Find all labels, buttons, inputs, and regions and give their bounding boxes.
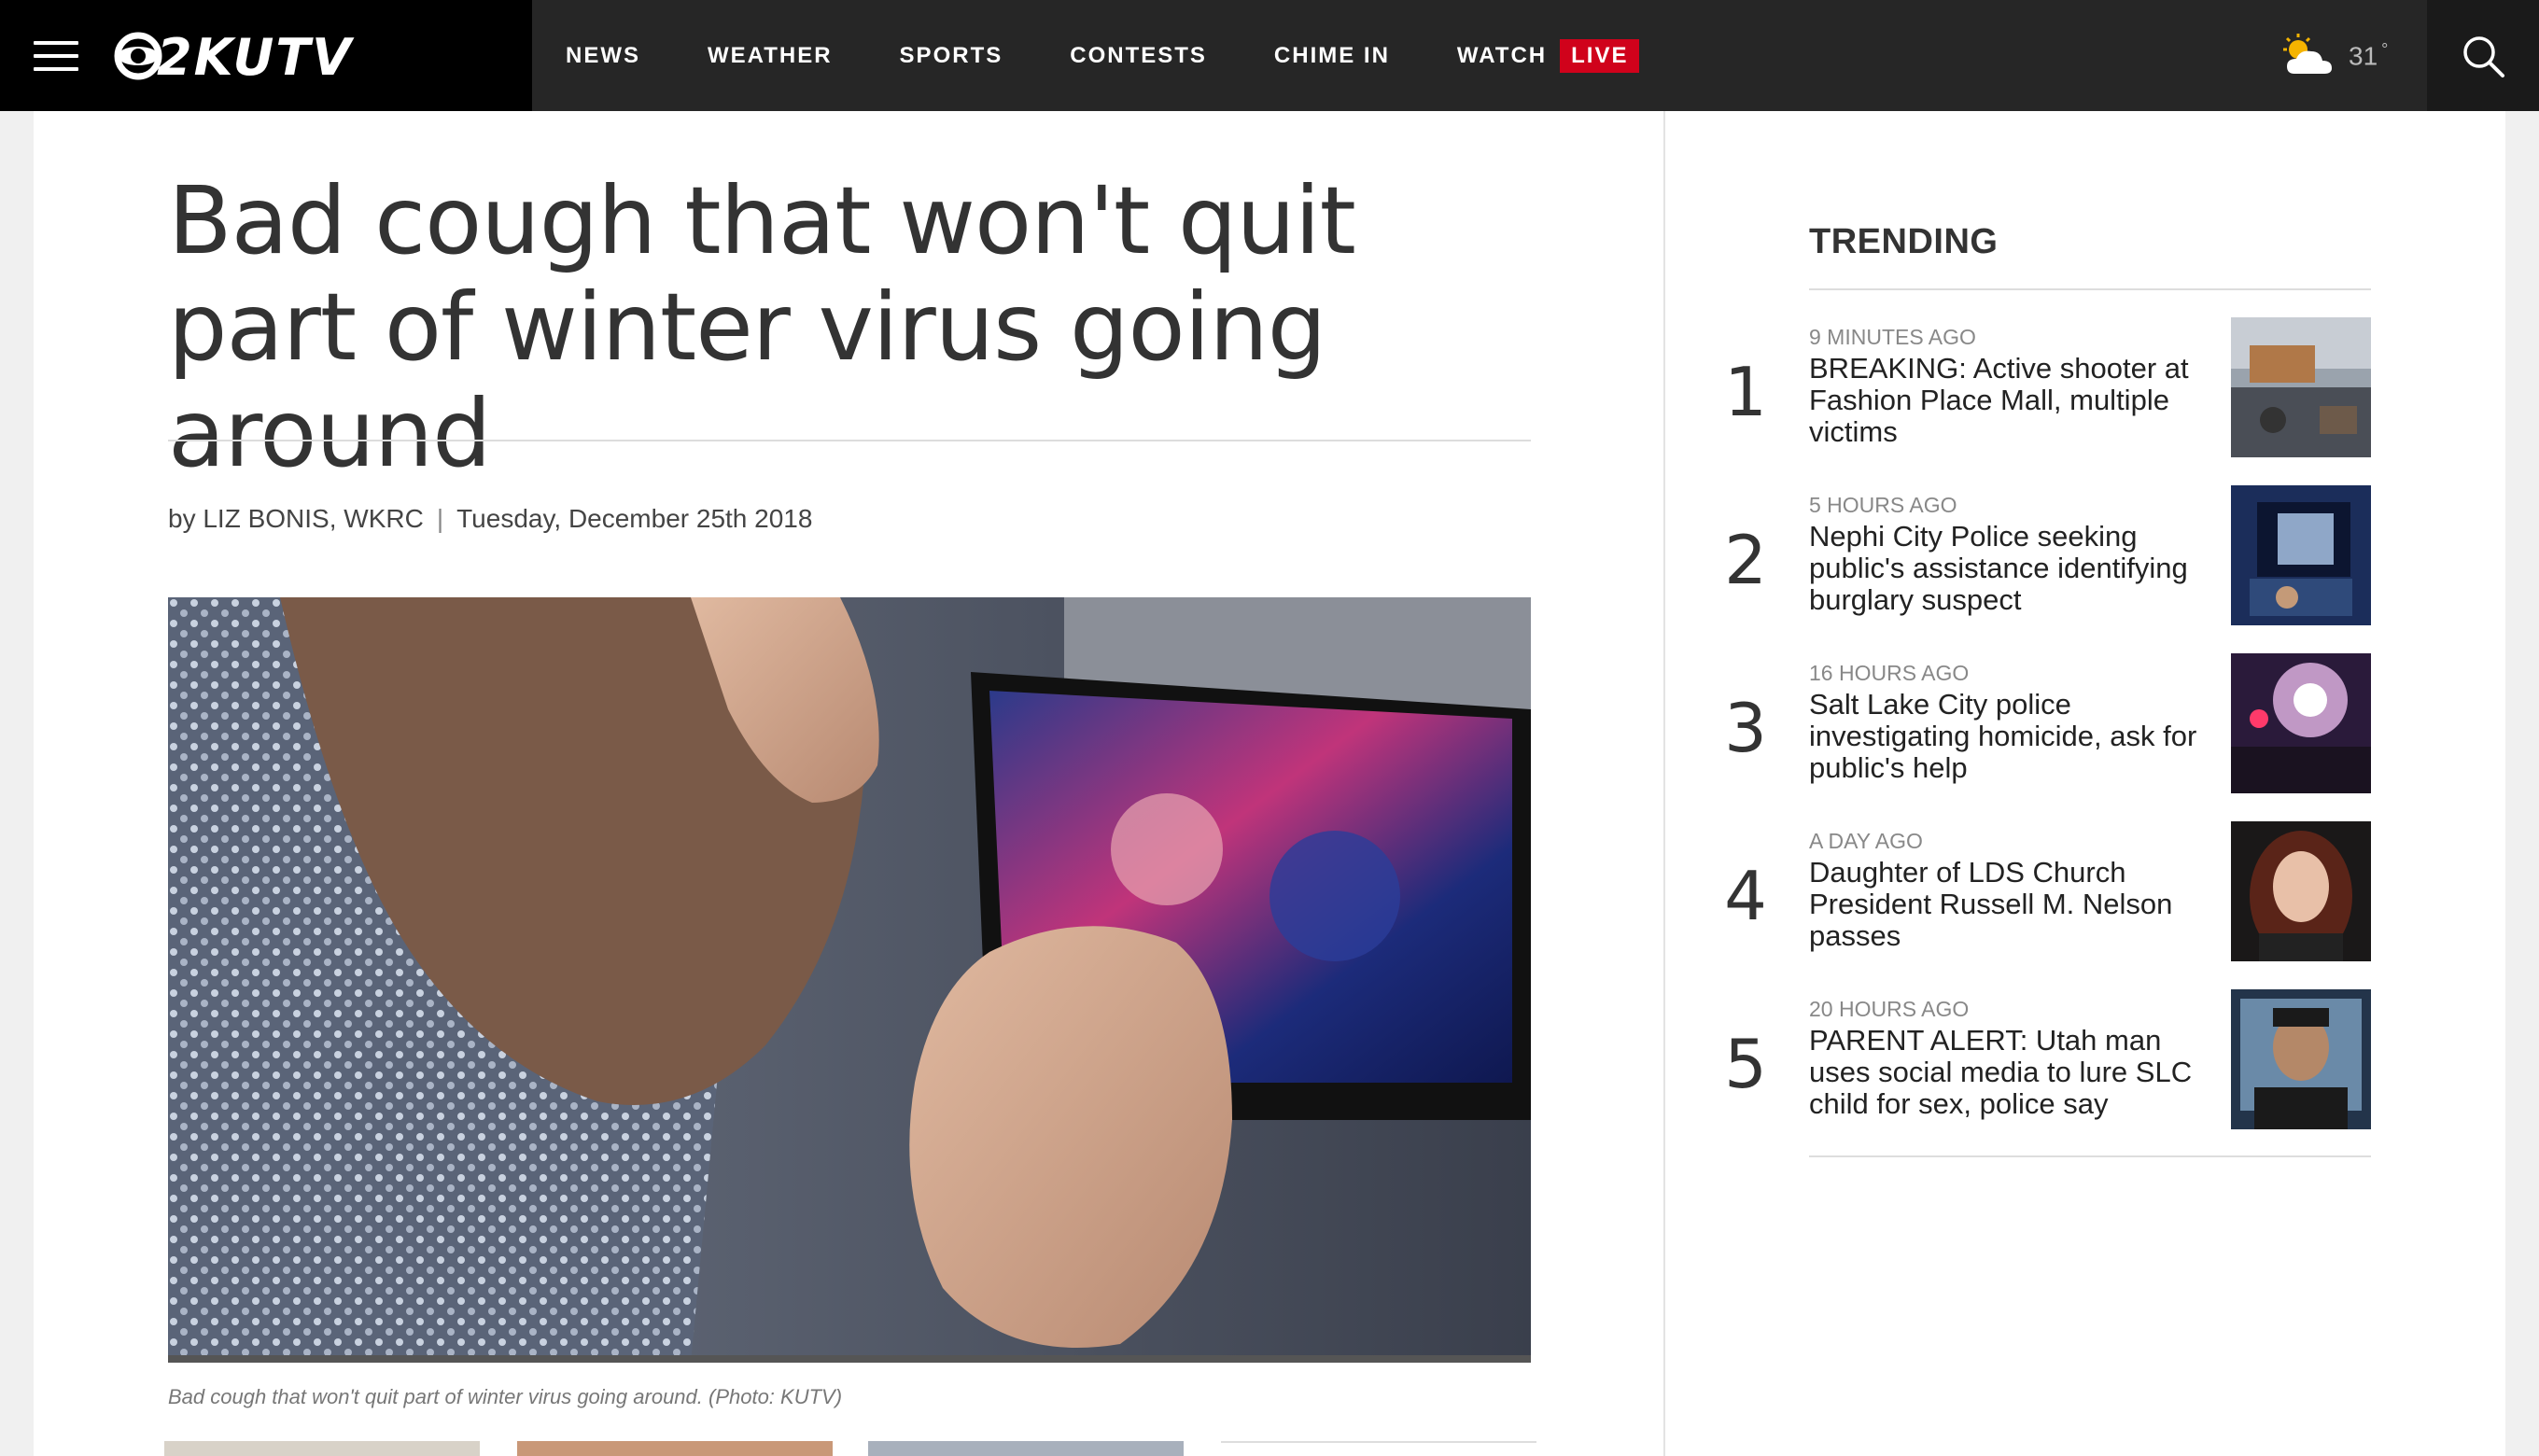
trending-thumbnail[interactable]	[2231, 317, 2371, 457]
gallery-thumb[interactable]	[517, 1441, 833, 1456]
trending-item[interactable]: 2 5 HOURS AGO Nephi City Police seeking …	[1718, 485, 2371, 627]
weather-widget[interactable]: 31 °	[2278, 28, 2388, 84]
trending-rank: 2	[1724, 521, 1767, 599]
trending-headline[interactable]: Nephi City Police seeking public's assis…	[1809, 521, 2210, 616]
partly-cloudy-icon	[2283, 34, 2332, 74]
search-icon	[2463, 35, 2504, 77]
thumbnail-photo	[2231, 821, 2371, 961]
trending-title: TRENDING	[1809, 222, 1999, 261]
nav-news[interactable]: NEWS	[566, 43, 640, 69]
thumbnail-photo	[2231, 653, 2371, 793]
column-divider	[1663, 111, 1665, 1456]
trending-thumbnail[interactable]	[2231, 485, 2371, 625]
byline-separator: |	[436, 504, 444, 533]
thumbnail-photo	[2231, 317, 2371, 457]
brand-area: 2KUTV	[0, 0, 532, 111]
publish-date: Tuesday, December 25th 2018	[456, 504, 813, 533]
photo-caption: Bad cough that won't quit part of winter…	[168, 1385, 843, 1408]
trending-item[interactable]: 4 A DAY AGO Daughter of LDS Church Presi…	[1718, 821, 2371, 963]
logo-text: 2KUTV	[157, 28, 355, 84]
trending-item[interactable]: 3 16 HOURS AGO Salt Lake City police inv…	[1718, 653, 2371, 795]
menu-icon[interactable]	[34, 41, 78, 71]
trending-thumbnail[interactable]	[2231, 989, 2371, 1129]
trending-time: 16 HOURS AGO	[1809, 661, 1970, 685]
nav-chime-in[interactable]: CHIME IN	[1274, 43, 1390, 69]
nav-watch-live[interactable]: WATCH LIVE	[1456, 38, 1640, 73]
gallery-thumb[interactable]	[868, 1441, 1184, 1456]
station-logo[interactable]: 2KUTV	[110, 28, 484, 84]
trending-item[interactable]: 1 9 MINUTES AGO BREAKING: Active shooter…	[1718, 317, 2371, 459]
trending-top-divider	[1809, 288, 2371, 290]
gallery-thumb[interactable]	[1221, 1441, 1536, 1456]
temperature-value: 31	[2349, 41, 2378, 71]
live-badge: LIVE	[1560, 38, 1640, 73]
nav-watch-label: WATCH	[1456, 42, 1548, 68]
trending-headline[interactable]: Salt Lake City police investigating homi…	[1809, 689, 2210, 784]
trending-headline[interactable]: PARENT ALERT: Utah man uses social media…	[1809, 1025, 2210, 1120]
trending-time: A DAY AGO	[1809, 829, 1923, 853]
trending-time: 5 HOURS AGO	[1809, 493, 1957, 517]
nav-contests[interactable]: CONTESTS	[1070, 43, 1207, 69]
trending-rank: 4	[1724, 857, 1767, 935]
trending-item[interactable]: 5 20 HOURS AGO PARENT ALERT: Utah man us…	[1718, 989, 2371, 1131]
hero-photo	[168, 597, 1531, 1363]
degree-symbol: °	[2381, 40, 2389, 60]
nav-sports[interactable]: SPORTS	[900, 43, 1003, 69]
thumbnail-photo	[2231, 989, 2371, 1129]
trending-thumbnail[interactable]	[2231, 821, 2371, 961]
byline: by LIZ BONIS, WKRC | Tuesday, December 25t…	[168, 504, 812, 534]
trending-bottom-divider	[1809, 1155, 2371, 1157]
headline-divider	[168, 440, 1531, 441]
trending-time: 20 HOURS AGO	[1809, 997, 1970, 1021]
trending-thumbnail[interactable]	[2231, 653, 2371, 793]
trending-rank: 1	[1724, 353, 1767, 431]
trending-rank: 5	[1724, 1025, 1767, 1103]
trending-rank: 3	[1724, 689, 1767, 767]
hero-image[interactable]	[168, 597, 1531, 1363]
temperature: 31 °	[2349, 40, 2388, 71]
gallery-strip	[164, 1441, 1536, 1456]
trending-time: 9 MINUTES AGO	[1809, 325, 1976, 349]
search-button[interactable]	[2427, 0, 2539, 111]
gallery-thumb[interactable]	[164, 1441, 480, 1456]
thumbnail-photo	[2231, 485, 2371, 625]
trending-headline[interactable]: BREAKING: Active shooter at Fashion Plac…	[1809, 353, 2210, 448]
main-nav: NEWS WEATHER SPORTS CONTESTS CHIME IN WA…	[532, 0, 1673, 111]
site-header: 2KUTV NEWS WEATHER SPORTS CONTESTS CHIME…	[0, 0, 2539, 111]
trending-headline[interactable]: Daughter of LDS Church President Russell…	[1809, 857, 2210, 952]
author[interactable]: by LIZ BONIS, WKRC	[168, 504, 424, 533]
nav-weather[interactable]: WEATHER	[708, 43, 833, 69]
cbs-eye-icon	[114, 32, 162, 80]
